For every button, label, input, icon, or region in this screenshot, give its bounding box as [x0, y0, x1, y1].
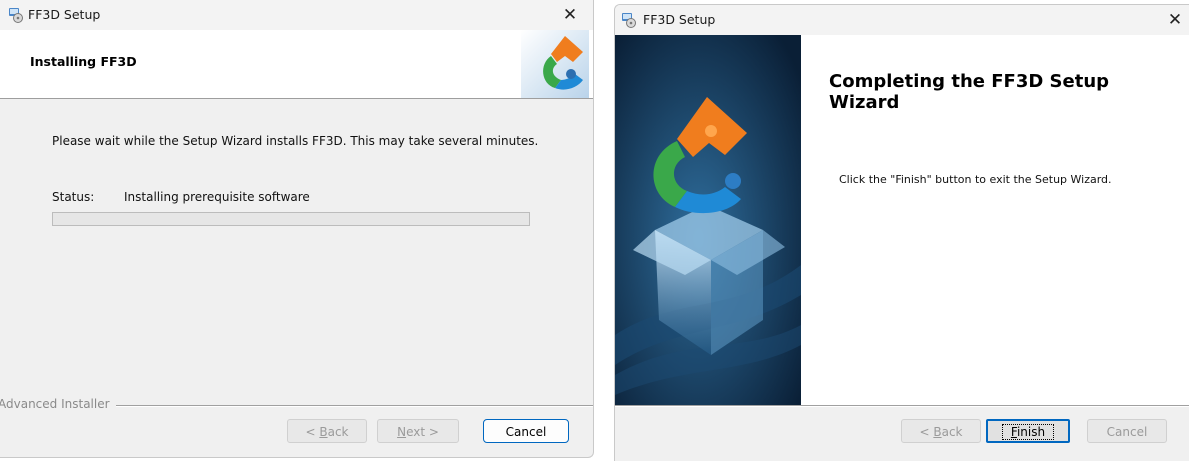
- ff3d-logo-icon: [521, 30, 589, 98]
- installer-app-icon: [9, 8, 23, 23]
- back-rest: ack: [327, 425, 349, 439]
- wizard-side-image: [615, 35, 801, 405]
- next-accel: N: [397, 425, 407, 439]
- next-rest: ext >: [406, 425, 439, 439]
- advanced-installer-brand: Advanced Installer: [0, 397, 110, 411]
- finish-button[interactable]: Finish: [986, 419, 1070, 443]
- cancel-button[interactable]: Cancel: [1087, 419, 1167, 443]
- back-prefix: <: [919, 425, 934, 439]
- back-button[interactable]: < Back: [287, 419, 367, 443]
- box-puzzle-artwork-icon: [615, 35, 801, 405]
- installer-app-icon: [622, 13, 636, 28]
- setup-window-installing: FF3D Setup ✕ Installing FF3D Please wait…: [0, 0, 594, 458]
- back-accel: B: [319, 425, 328, 439]
- title-bar[interactable]: FF3D Setup ✕: [0, 0, 593, 30]
- next-button[interactable]: Next >: [377, 419, 459, 443]
- back-accel: B: [933, 425, 942, 439]
- back-button[interactable]: < Back: [901, 419, 981, 443]
- close-button[interactable]: ✕: [548, 0, 592, 30]
- title-bar[interactable]: FF3D Setup ✕: [615, 5, 1189, 35]
- status-value: Installing prerequisite software: [124, 190, 310, 204]
- brand-divider: [116, 405, 593, 407]
- back-rest: ack: [941, 425, 963, 439]
- window-title: FF3D Setup: [28, 7, 101, 22]
- finish-rest: inish: [1016, 425, 1046, 439]
- finish-focus-ring: Finish: [1001, 424, 1055, 440]
- wizard-header: Installing FF3D: [0, 30, 593, 99]
- footer-divider: [615, 405, 1189, 407]
- finish-message: Click the "Finish" button to exit the Se…: [839, 173, 1112, 186]
- close-icon: ✕: [562, 5, 578, 25]
- install-progress-bar: [52, 212, 530, 226]
- window-title: FF3D Setup: [643, 12, 716, 27]
- close-button[interactable]: ✕: [1153, 5, 1189, 35]
- cancel-button[interactable]: Cancel: [483, 419, 569, 443]
- status-label: Status:: [52, 190, 95, 204]
- install-description: Please wait while the Setup Wizard insta…: [52, 134, 539, 148]
- back-prefix: <: [305, 425, 320, 439]
- page-title: Installing FF3D: [30, 54, 137, 69]
- page-title: Completing the FF3D Setup Wizard: [829, 71, 1110, 113]
- close-icon: ✕: [1167, 10, 1183, 30]
- setup-window-complete: FF3D Setup ✕ Completing the FF3D Setup W…: [614, 4, 1189, 461]
